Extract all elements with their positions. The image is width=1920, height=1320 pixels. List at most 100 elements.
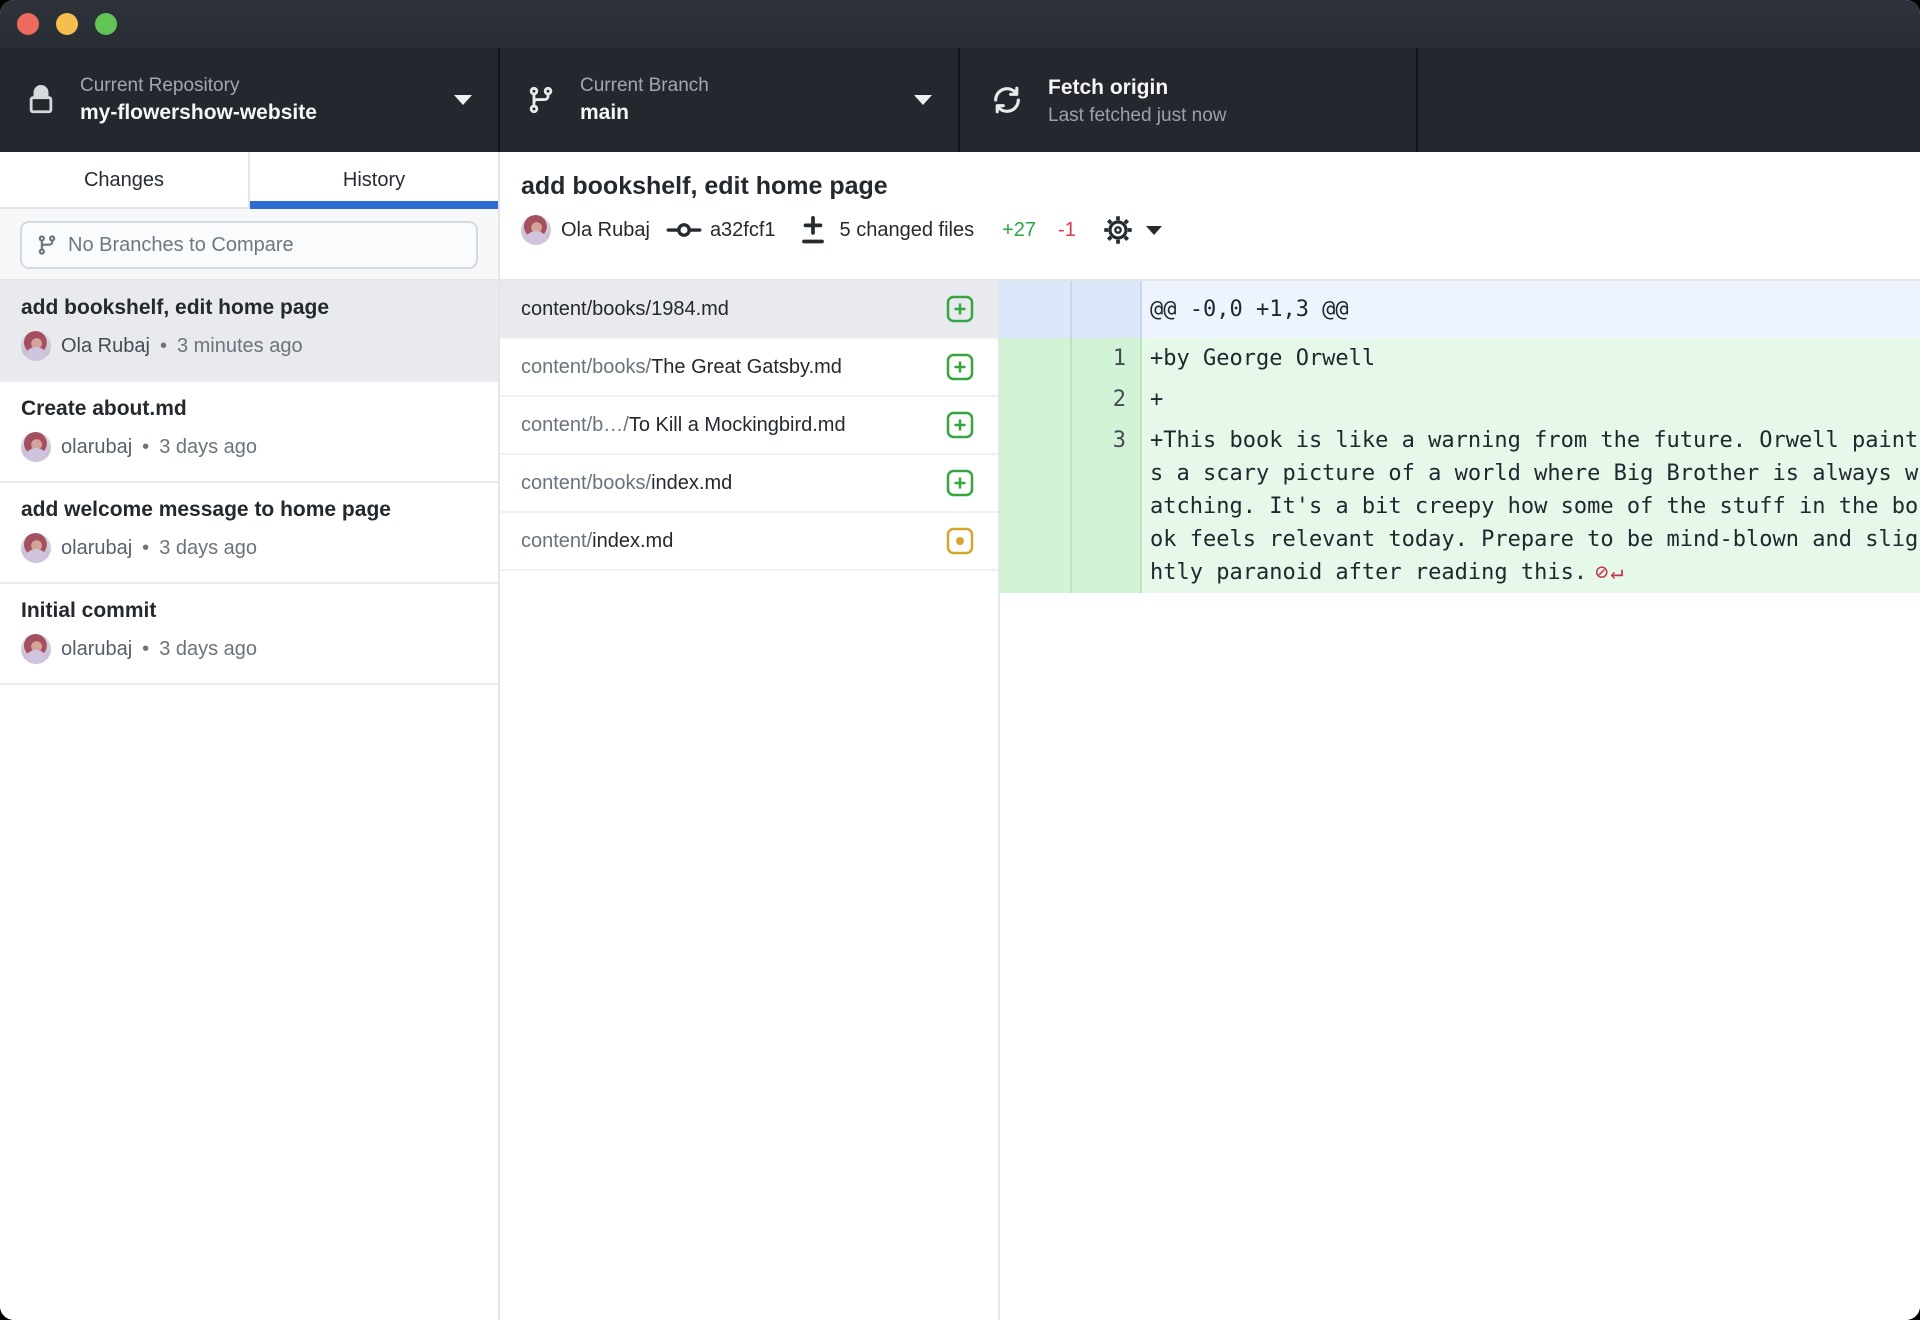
- branch-compare-input[interactable]: [68, 234, 476, 257]
- commit-author: olarubaj: [61, 537, 132, 560]
- commit-title: add bookshelf, edit home page: [21, 296, 478, 320]
- diff-hunk-header: @@ -0,0 +1,3 @@: [1000, 281, 1920, 338]
- diff-line-text: +: [1142, 379, 1920, 420]
- close-button[interactable]: [17, 13, 39, 35]
- fetch-origin-button[interactable]: Fetch origin Last fetched just now: [960, 48, 1418, 152]
- commit-time: 3 minutes ago: [177, 335, 303, 358]
- current-repository-button[interactable]: Current Repository my-flowershow-website: [0, 48, 500, 152]
- commit-detail-body: content/books/1984.md content/books/The …: [500, 281, 1920, 1320]
- avatar: [21, 533, 51, 563]
- commit-detail-title: add bookshelf, edit home page: [521, 172, 1900, 201]
- file-added-icon: [946, 353, 974, 381]
- sidebar: Changes History add bookshelf, edit home…: [0, 152, 500, 1320]
- toolbar-spacer: [1418, 48, 1920, 152]
- diff-old-gutter: [1000, 420, 1072, 593]
- diff-line-text: +by George Orwell: [1142, 338, 1920, 379]
- commit-author: olarubaj: [61, 436, 132, 459]
- current-branch-label: Current Branch: [580, 74, 709, 98]
- file-name: index.md: [651, 472, 732, 495]
- file-added-icon: [946, 411, 974, 439]
- zoom-button[interactable]: [95, 13, 117, 35]
- file-dir: content/: [521, 530, 592, 553]
- diff-options-button[interactable]: [1102, 214, 1162, 246]
- diff-new-line-number: 1: [1072, 338, 1142, 379]
- diff-line-text-content: +This book is like a warning from the fu…: [1150, 428, 1918, 585]
- avatar: [21, 634, 51, 664]
- tab-history-label: History: [343, 169, 405, 192]
- meta-separator: •: [142, 537, 149, 560]
- tab-history[interactable]: History: [250, 152, 498, 209]
- avatar: [521, 215, 551, 245]
- file-dir: content/books/: [521, 298, 651, 321]
- current-branch-value: main: [580, 100, 709, 126]
- branch-filter-row: [0, 209, 498, 281]
- current-repository-value: my-flowershow-website: [80, 100, 317, 126]
- diff-view: @@ -0,0 +1,3 @@ 1 +by George Orwell 2 +: [1000, 281, 1920, 1320]
- file-dir: content/books/: [521, 472, 651, 495]
- chevron-down-icon: [1146, 226, 1162, 235]
- file-added-icon: [946, 295, 974, 323]
- changed-files-list: content/books/1984.md content/books/The …: [500, 281, 1000, 1320]
- diff-new-line-number: 2: [1072, 379, 1142, 420]
- avatar: [21, 331, 51, 361]
- fetch-origin-subtitle: Last fetched just now: [1048, 104, 1227, 128]
- no-newline-icon: ⊘↵: [1595, 560, 1626, 585]
- diff-added-line: 2 +: [1000, 379, 1920, 420]
- file-row[interactable]: content/books/The Great Gatsby.md: [500, 339, 998, 397]
- diffstat-icon: [798, 214, 828, 246]
- lock-icon: [26, 85, 56, 115]
- commit-history-list: add bookshelf, edit home page Ola Rubaj …: [0, 281, 498, 1320]
- file-row[interactable]: content/books/index.md: [500, 455, 998, 513]
- git-branch-icon: [36, 234, 58, 256]
- commit-detail-author: Ola Rubaj: [561, 219, 650, 242]
- deletions-count: -1: [1058, 219, 1076, 242]
- commit-detail-header: add bookshelf, edit home page Ola Rubaj …: [500, 152, 1920, 281]
- file-name: index.md: [592, 530, 673, 553]
- diff-line-text: +This book is like a warning from the fu…: [1142, 420, 1920, 593]
- tab-changes-label: Changes: [84, 169, 164, 192]
- avatar: [21, 432, 51, 462]
- commit-title: Create about.md: [21, 397, 478, 421]
- file-dir: content/books/: [521, 356, 651, 379]
- meta-separator: •: [142, 638, 149, 661]
- diff-old-gutter: [1000, 338, 1072, 379]
- diff-old-gutter: [1000, 281, 1072, 338]
- file-row[interactable]: content/index.md: [500, 513, 998, 571]
- meta-separator: •: [160, 335, 167, 358]
- fetch-origin-label: Fetch origin: [1048, 75, 1227, 101]
- tab-changes[interactable]: Changes: [0, 152, 250, 209]
- commit-list-item[interactable]: Initial commit olarubaj • 3 days ago: [0, 584, 498, 685]
- additions-count: +27: [1002, 219, 1036, 242]
- commit-list-item[interactable]: add bookshelf, edit home page Ola Rubaj …: [0, 281, 498, 382]
- file-name: To Kill a Mockingbird.md: [629, 414, 846, 437]
- commit-list-item[interactable]: Create about.md olarubaj • 3 days ago: [0, 382, 498, 483]
- changed-files-count: 5 changed files: [840, 219, 975, 242]
- current-repository-label: Current Repository: [80, 74, 317, 98]
- file-name: 1984.md: [651, 298, 729, 321]
- diff-new-gutter: [1072, 281, 1142, 338]
- branch-compare-box[interactable]: [20, 221, 478, 269]
- chevron-down-icon: [914, 95, 932, 105]
- git-branch-icon: [526, 85, 556, 115]
- commit-author: Ola Rubaj: [61, 335, 150, 358]
- commit-list-item[interactable]: add welcome message to home page olaruba…: [0, 483, 498, 584]
- current-branch-button[interactable]: Current Branch main: [500, 48, 960, 152]
- file-row[interactable]: content/b…/To Kill a Mockingbird.md: [500, 397, 998, 455]
- hunk-header-text: @@ -0,0 +1,3 @@: [1142, 281, 1920, 338]
- main-area: Changes History add bookshelf, edit home…: [0, 152, 1920, 1320]
- titlebar[interactable]: [0, 0, 1920, 48]
- diff-new-line-number: 3: [1072, 420, 1142, 593]
- commit-detail-panel: add bookshelf, edit home page Ola Rubaj …: [500, 152, 1920, 1320]
- file-dir: content/b…/: [521, 414, 629, 437]
- file-added-icon: [946, 469, 974, 497]
- minimize-button[interactable]: [56, 13, 78, 35]
- diff-old-gutter: [1000, 379, 1072, 420]
- file-row[interactable]: content/books/1984.md: [500, 281, 998, 339]
- commit-time: 3 days ago: [159, 638, 257, 661]
- commit-time: 3 days ago: [159, 436, 257, 459]
- file-modified-icon: [946, 527, 974, 555]
- chevron-down-icon: [454, 95, 472, 105]
- app-window: Current Repository my-flowershow-website…: [0, 0, 1920, 1320]
- gear-icon: [1102, 214, 1134, 246]
- diff-added-line: 1 +by George Orwell: [1000, 338, 1920, 379]
